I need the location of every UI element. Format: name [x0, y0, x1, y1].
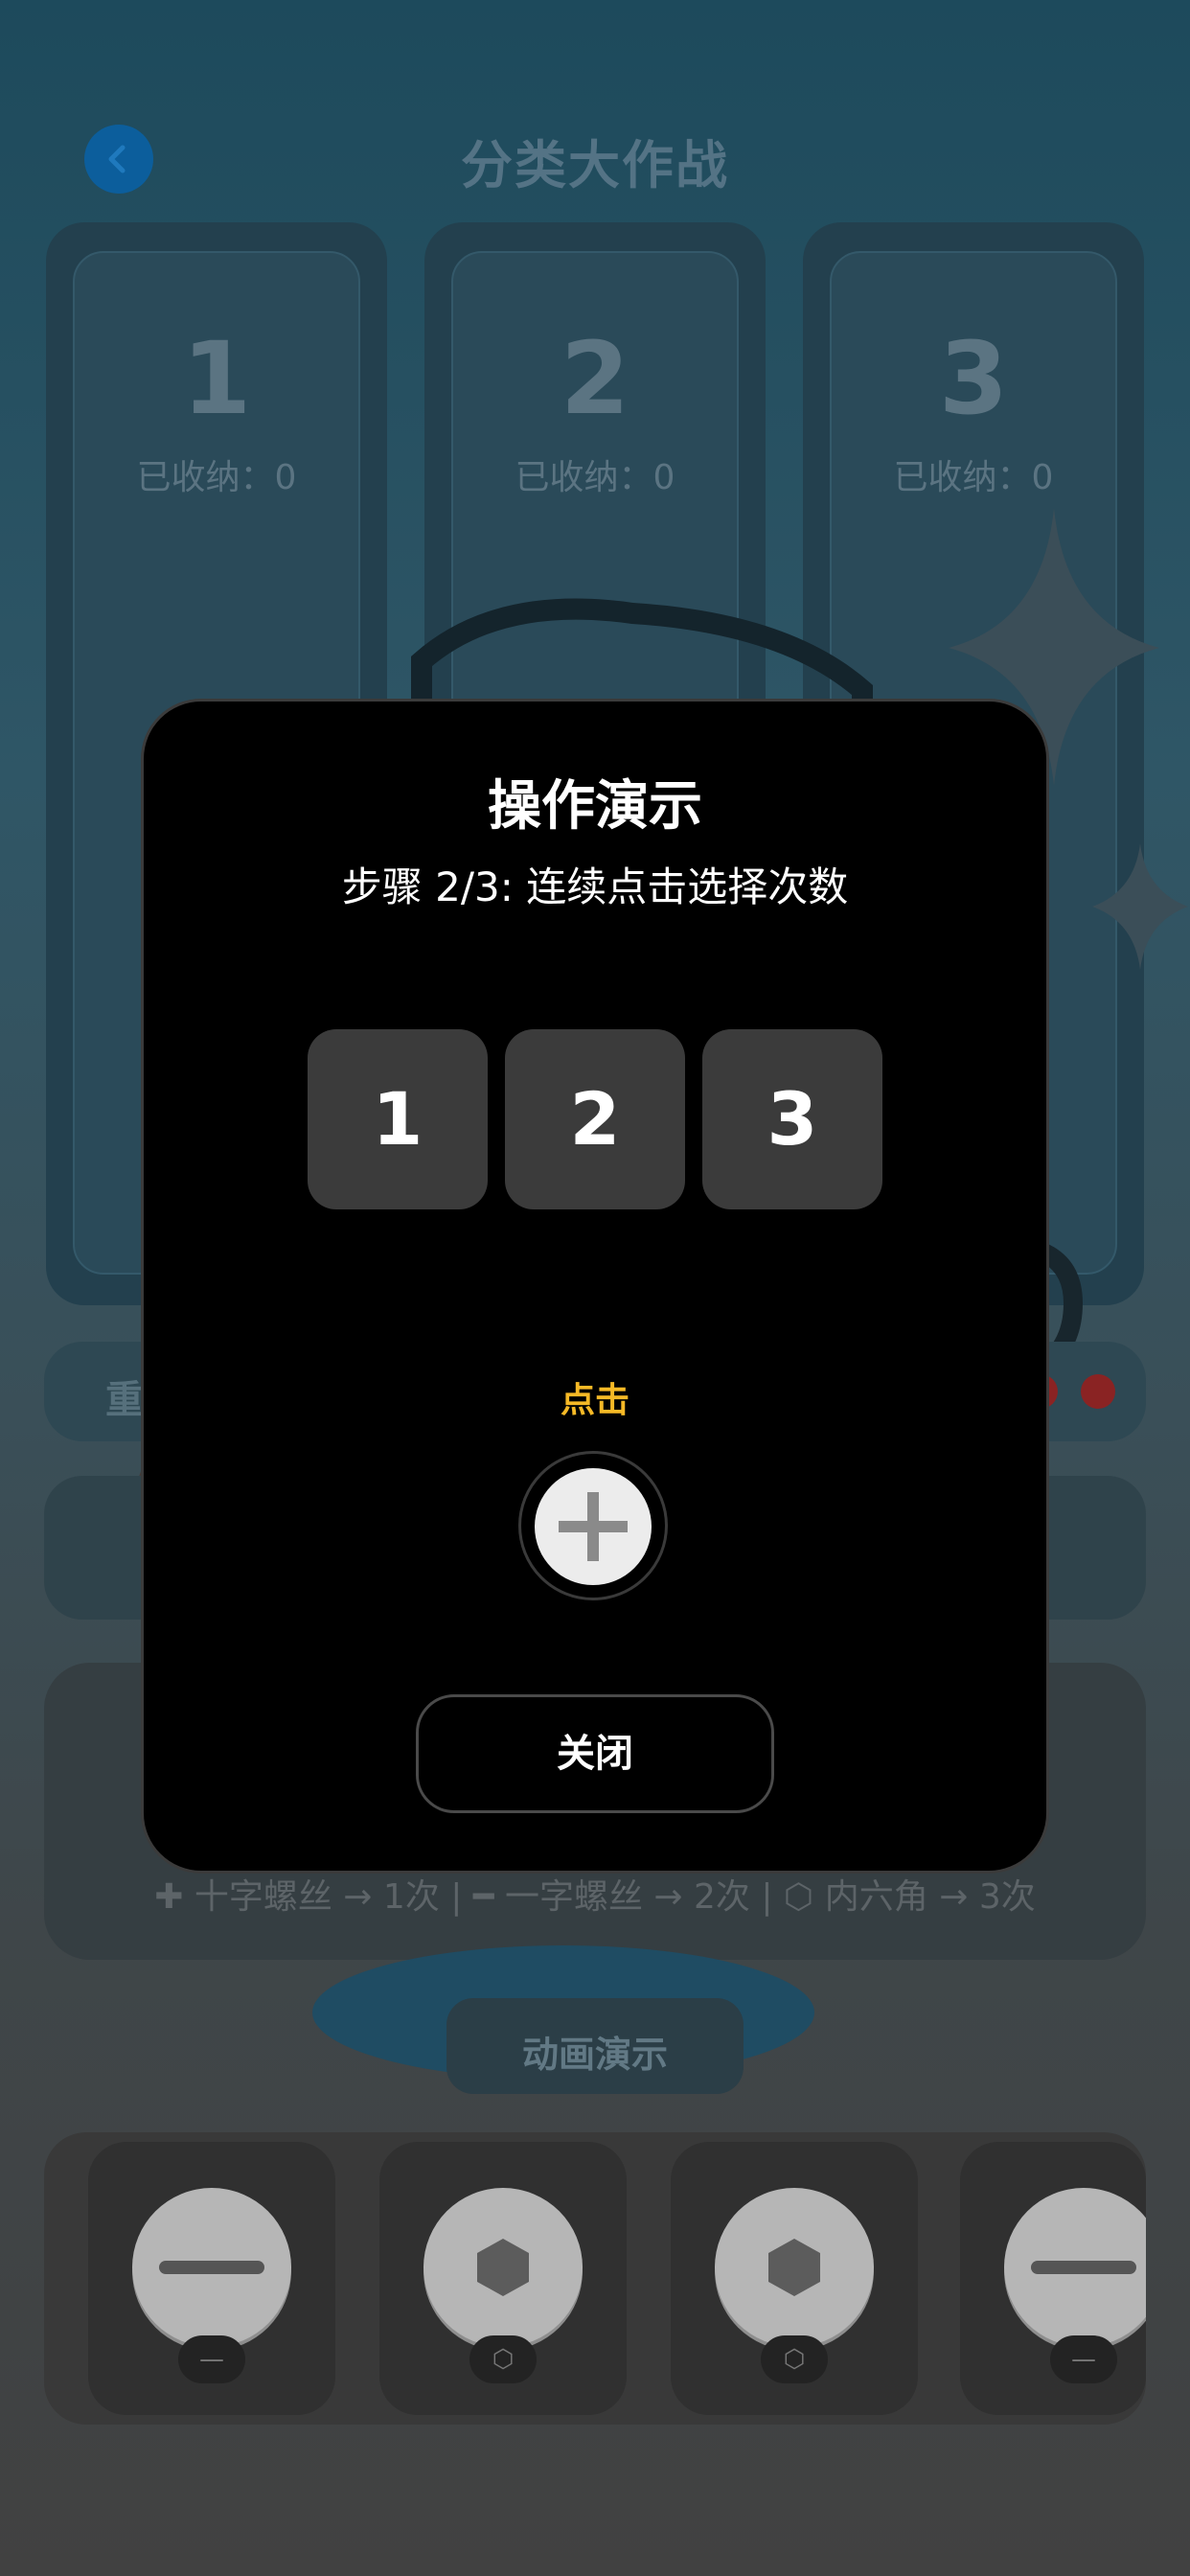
status-bar-label: 重 [105, 1378, 144, 1422]
tutorial-modal: 操作演示 步骤 2/3: 连续点击选择次数 1 2 3 点击 关闭 [144, 702, 1046, 1871]
tap-screw-button[interactable] [535, 1468, 652, 1585]
close-button[interactable]: 关闭 [416, 1694, 774, 1813]
hex-screw-icon [715, 2188, 874, 2347]
cross-screw-icon [559, 1492, 628, 1561]
screw-slot[interactable]: — [960, 2142, 1146, 2415]
screw-type-chip: ⬡ [469, 2335, 537, 2383]
modal-step-text: 步骤 2/3: 连续点击选择次数 [341, 863, 849, 910]
slotted-screw-icon [1004, 2188, 1146, 2347]
number-key-1[interactable]: 1 [308, 1029, 488, 1209]
screw-slot[interactable]: — [88, 2142, 335, 2415]
tap-label: 点击 [560, 1381, 629, 1420]
screw-slot[interactable]: ⬡ [379, 2142, 627, 2415]
demo-button-label: 动画演示 [521, 2034, 668, 2076]
sparkle-icon [1092, 843, 1188, 970]
hex-screw-icon [423, 2188, 583, 2347]
screw-slot[interactable]: ⬡ [671, 2142, 918, 2415]
life-dot [1081, 1374, 1115, 1409]
number-key-2[interactable]: 2 [505, 1029, 685, 1209]
number-key-3[interactable]: 3 [702, 1029, 882, 1209]
screw-type-chip: — [178, 2335, 245, 2383]
legend-hint: ✚ 十字螺丝 → 1次 | ━ 一字螺丝 → 2次 | ⬡ 内六角 → 3次 [154, 1877, 1036, 1917]
slotted-screw-icon [132, 2188, 291, 2347]
screw-type-chip: — [1050, 2335, 1117, 2383]
screw-type-chip: ⬡ [761, 2335, 828, 2383]
modal-title: 操作演示 [488, 775, 702, 838]
